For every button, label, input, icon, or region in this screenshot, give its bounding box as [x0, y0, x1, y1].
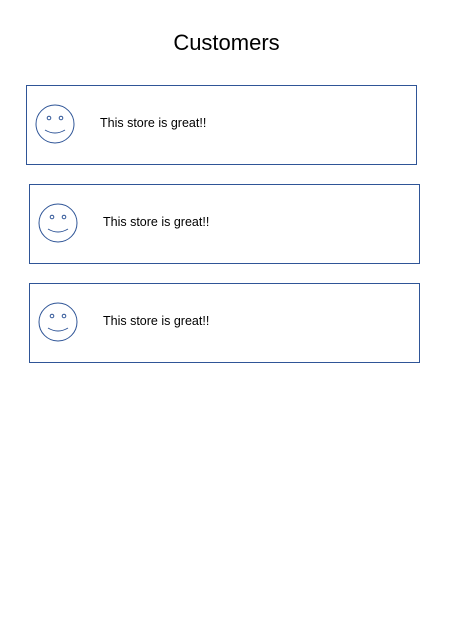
smiley-face-icon [38, 203, 78, 243]
review-text: This store is great!! [103, 314, 210, 328]
review-card: This store is great!! [29, 184, 420, 264]
smiley-face-icon [38, 302, 78, 342]
review-text: This store is great!! [103, 215, 210, 229]
review-card: This store is great!! [29, 283, 420, 363]
smiley-face-icon [35, 104, 75, 144]
page-title: Customers [173, 30, 280, 55]
review-text: This store is great!! [100, 116, 207, 130]
review-card: This store is great!! [26, 85, 417, 165]
